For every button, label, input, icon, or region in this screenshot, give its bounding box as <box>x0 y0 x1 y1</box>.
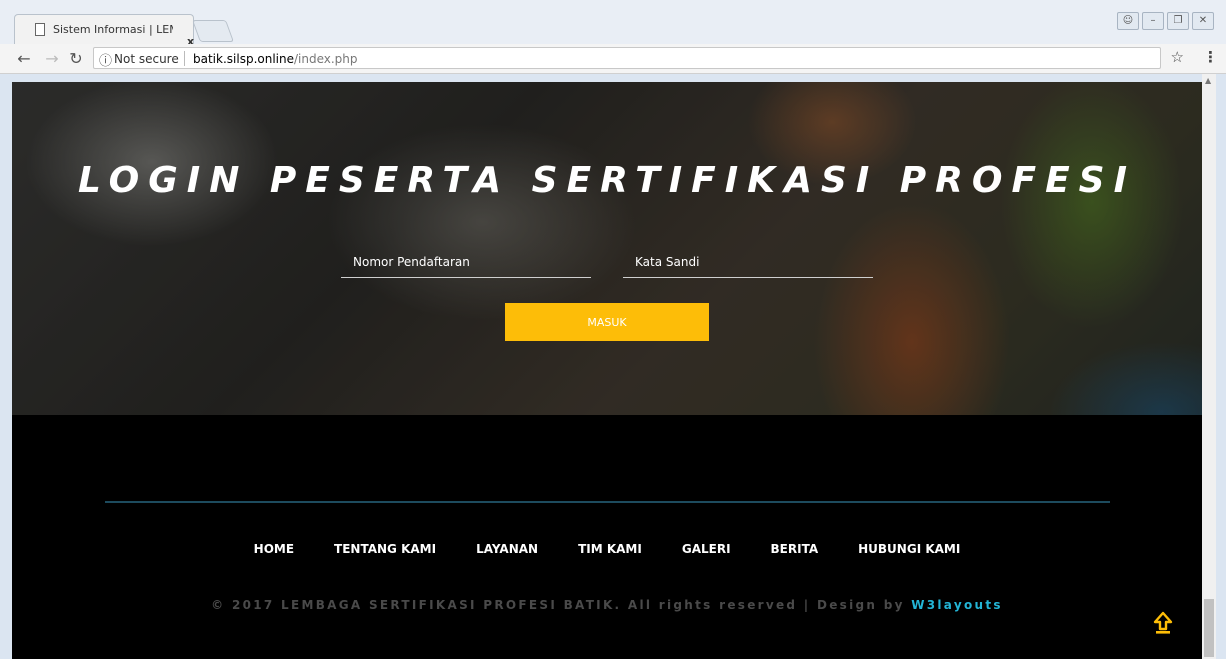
scroll-up-icon[interactable]: ▲ <box>1205 76 1211 85</box>
scroll-thumb[interactable] <box>1204 599 1214 657</box>
url-text: batik.silsp.online/index.php <box>193 52 358 66</box>
login-hero: LOGIN PESERTA SERTIFIKASI PROFESI MASUK <box>12 82 1202 415</box>
footer-nav: HOME TENTANG KAMI LAYANAN TIM KAMI GALER… <box>12 542 1202 556</box>
login-button[interactable]: MASUK <box>505 303 709 341</box>
browser-window: Sistem Informasi | LEMBAGA x ☺ – ❐ ✕ ← →… <box>0 0 1226 659</box>
footer: HOME TENTANG KAMI LAYANAN TIM KAMI GALER… <box>12 415 1202 659</box>
footer-divider <box>105 501 1110 503</box>
reload-icon[interactable]: ↻ <box>66 49 86 68</box>
menu-icon[interactable]: ⋮ <box>1203 48 1218 66</box>
browser-toolbar: ← → ↻ ⓘ Not secure batik.silsp.online/in… <box>0 44 1226 74</box>
forward-icon[interactable]: → <box>42 49 62 68</box>
user-icon[interactable]: ☺ <box>1117 12 1139 30</box>
hero-overlay <box>12 82 1202 415</box>
footer-link-home[interactable]: HOME <box>254 542 294 556</box>
close-window-icon[interactable]: ✕ <box>1192 12 1214 30</box>
copyright-label: © 2017 LEMBAGA SERTIFIKASI PROFESI BATIK… <box>211 598 912 612</box>
footer-link-tentang-kami[interactable]: TENTANG KAMI <box>334 542 436 556</box>
copyright-text: © 2017 LEMBAGA SERTIFIKASI PROFESI BATIK… <box>12 598 1202 612</box>
star-icon[interactable]: ☆ <box>1171 48 1184 66</box>
password-field <box>623 250 873 278</box>
url-host: batik.silsp.online <box>193 52 294 66</box>
password-input[interactable] <box>623 250 873 274</box>
footer-link-tim-kami[interactable]: TIM KAMI <box>578 542 642 556</box>
tab-title: Sistem Informasi | LEMBAGA <box>53 23 173 36</box>
up-arrow-icon <box>1153 611 1173 634</box>
footer-link-galeri[interactable]: GALERI <box>682 542 731 556</box>
url-path: /index.php <box>293 52 358 66</box>
footer-link-layanan[interactable]: LAYANAN <box>476 542 538 556</box>
maximize-icon[interactable]: ❐ <box>1167 12 1189 30</box>
registration-number-field <box>341 250 591 278</box>
footer-link-berita[interactable]: BERITA <box>771 542 819 556</box>
browser-tab[interactable]: Sistem Informasi | LEMBAGA x <box>14 14 194 48</box>
window-controls: ☺ – ❐ ✕ <box>1114 12 1214 32</box>
page-title: LOGIN PESERTA SERTIFIKASI PROFESI <box>77 160 1136 201</box>
tab-strip: Sistem Informasi | LEMBAGA x ☺ – ❐ ✕ <box>0 0 1226 48</box>
info-icon[interactable]: ⓘ <box>99 50 112 69</box>
back-icon[interactable]: ← <box>14 49 34 68</box>
scroll-to-top-icon[interactable] <box>1153 611 1173 635</box>
vertical-scrollbar[interactable]: ▲ <box>1202 74 1216 659</box>
minimize-icon[interactable]: – <box>1142 12 1164 30</box>
w3layouts-link[interactable]: W3layouts <box>911 598 1003 612</box>
security-label: Not secure <box>114 52 179 66</box>
page-viewport: LOGIN PESERTA SERTIFIKASI PROFESI MASUK … <box>12 82 1202 659</box>
registration-number-input[interactable] <box>341 250 591 274</box>
address-separator <box>184 51 185 66</box>
page-icon <box>35 23 45 36</box>
footer-link-hubungi-kami[interactable]: HUBUNGI KAMI <box>858 542 960 556</box>
address-bar[interactable]: ⓘ Not secure batik.silsp.online/index.ph… <box>93 47 1161 69</box>
new-tab-button[interactable] <box>191 20 235 42</box>
